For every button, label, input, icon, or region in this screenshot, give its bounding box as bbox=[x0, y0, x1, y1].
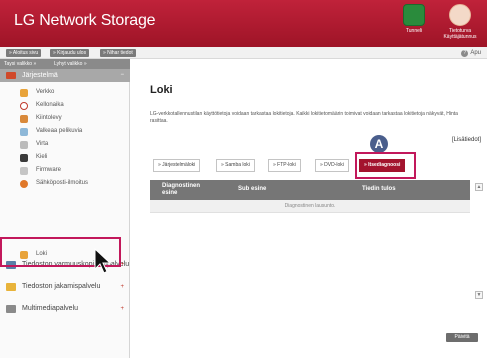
sharing-icon bbox=[6, 283, 16, 291]
email-icon bbox=[20, 180, 28, 188]
sidebar-group-sharing[interactable]: Tiedoston jakamispalvelu + bbox=[0, 282, 130, 292]
sidebar-item-label: Kellonaika bbox=[36, 102, 64, 108]
tunnel-label: Tunneli bbox=[405, 28, 423, 34]
user-security-label: Tietoturva Käyttäjätunnus bbox=[443, 28, 477, 40]
expand-icon[interactable]: + bbox=[120, 304, 124, 314]
sidebar-item-label: Firmware bbox=[36, 167, 61, 173]
collapse-icon[interactable]: − bbox=[120, 69, 124, 82]
page-description: LG-verkkotallennustilan käyttötietoja vo… bbox=[150, 111, 458, 124]
sidebar-item-label: Sähköposti-ilmoitus bbox=[36, 180, 89, 186]
tab-highlight-box bbox=[355, 152, 416, 179]
full-menu-tab[interactable]: Taysi valikko » bbox=[4, 60, 36, 68]
page-title: Loki bbox=[150, 84, 173, 96]
sidebar-item-clock[interactable]: Kellonaika bbox=[0, 99, 130, 112]
tab-ftp-log[interactable]: » FTP-loki bbox=[268, 159, 301, 172]
column-header: Sub esine bbox=[238, 186, 267, 192]
callout-badge: A bbox=[370, 135, 388, 153]
sidebar-item-media[interactable]: Valkeaa pelikuvia bbox=[0, 125, 130, 138]
tab-system-log[interactable]: » Järjestelmäloki bbox=[153, 159, 201, 172]
sidebar-item-email[interactable]: Sähköposti-ilmoitus bbox=[0, 177, 130, 190]
power-icon bbox=[20, 141, 28, 149]
scroll-up-button[interactable]: ▲ bbox=[475, 183, 483, 191]
brand-title: LG Network Storage bbox=[14, 12, 156, 29]
user-security-icon bbox=[449, 4, 471, 26]
mouse-cursor-icon bbox=[94, 248, 112, 274]
media-icon bbox=[20, 128, 28, 136]
expand-icon[interactable]: + bbox=[120, 282, 124, 292]
sidebar-item-disk[interactable]: Kiintolevy bbox=[0, 112, 130, 125]
short-menu-tab[interactable]: Lyhyt valikko » bbox=[54, 60, 87, 68]
sidebar-item-power[interactable]: Virta bbox=[0, 138, 130, 151]
tunnel-button[interactable]: Tunneli bbox=[394, 4, 434, 34]
system-icon bbox=[6, 72, 16, 79]
my-info-button[interactable]: » Nihar tiedot bbox=[100, 49, 136, 57]
tunnel-icon bbox=[403, 4, 425, 26]
clock-icon bbox=[20, 102, 28, 110]
details-link[interactable]: [Lisätiedot] bbox=[452, 137, 481, 143]
sidebar-group-system[interactable]: Järjestelmä − bbox=[0, 69, 130, 82]
group-title: Järjestelmä bbox=[22, 72, 58, 79]
table-body: Diagnostinen lausunto. bbox=[150, 200, 470, 213]
help-button[interactable]: ? Apu bbox=[461, 49, 481, 57]
help-icon: ? bbox=[461, 50, 469, 57]
sidebar-item-network[interactable]: Verkko bbox=[0, 86, 130, 99]
sidebar-item-language[interactable]: Kieli bbox=[0, 151, 130, 164]
column-header: Tiedin tulos bbox=[362, 186, 396, 192]
refresh-button[interactable]: Päivitä bbox=[446, 333, 478, 342]
home-button[interactable]: » Aloitus sivu bbox=[6, 49, 42, 57]
top-toolbar: » Aloitus sivu » Kirjaudu ulos » Nihar t… bbox=[0, 47, 487, 59]
network-icon bbox=[20, 89, 28, 97]
sidebar-group-multimedia[interactable]: Multimediapalvelu + bbox=[0, 304, 130, 314]
app-header: LG Network Storage Tunneli Tietoturva Kä… bbox=[0, 0, 487, 47]
sidebar-item-label: Verkko bbox=[36, 89, 55, 95]
table-header: Diagnostinen esine Sub esine Tiedin tulo… bbox=[150, 180, 470, 200]
help-label: Apu bbox=[470, 50, 481, 56]
language-icon bbox=[20, 154, 28, 162]
firmware-icon bbox=[20, 167, 28, 175]
sidebar-item-firmware[interactable]: Firmware bbox=[0, 164, 130, 177]
tab-samba-log[interactable]: » Samba loki bbox=[216, 159, 255, 172]
column-header: Diagnostinen esine bbox=[162, 183, 201, 196]
tab-dvd-log[interactable]: » DVD-loki bbox=[315, 159, 349, 172]
logout-button[interactable]: » Kirjaudu ulos bbox=[50, 49, 90, 57]
sidebar-tabs: Taysi valikko » Lyhyt valikko » bbox=[0, 59, 130, 69]
group-label: Multimediapalvelu bbox=[22, 305, 79, 312]
sidebar-item-label: Kiintolevy bbox=[36, 115, 62, 121]
multimedia-icon bbox=[6, 305, 16, 313]
sidebar: Taysi valikko » Lyhyt valikko » Järjeste… bbox=[0, 59, 130, 358]
sidebar-item-label: Valkeaa pelikuvia bbox=[36, 128, 83, 134]
sidebar-item-label: Kieli bbox=[36, 154, 48, 160]
table-empty-message: Diagnostinen lausunto. bbox=[284, 203, 336, 209]
group-label: Tiedoston jakamispalvelu bbox=[22, 283, 101, 290]
scroll-down-button[interactable]: ▼ bbox=[475, 291, 483, 299]
sidebar-item-label: Virta bbox=[36, 141, 49, 147]
user-security-button[interactable]: Tietoturva Käyttäjätunnus bbox=[440, 4, 480, 40]
expand-icon[interactable]: + bbox=[120, 260, 124, 270]
disk-icon bbox=[20, 115, 28, 123]
